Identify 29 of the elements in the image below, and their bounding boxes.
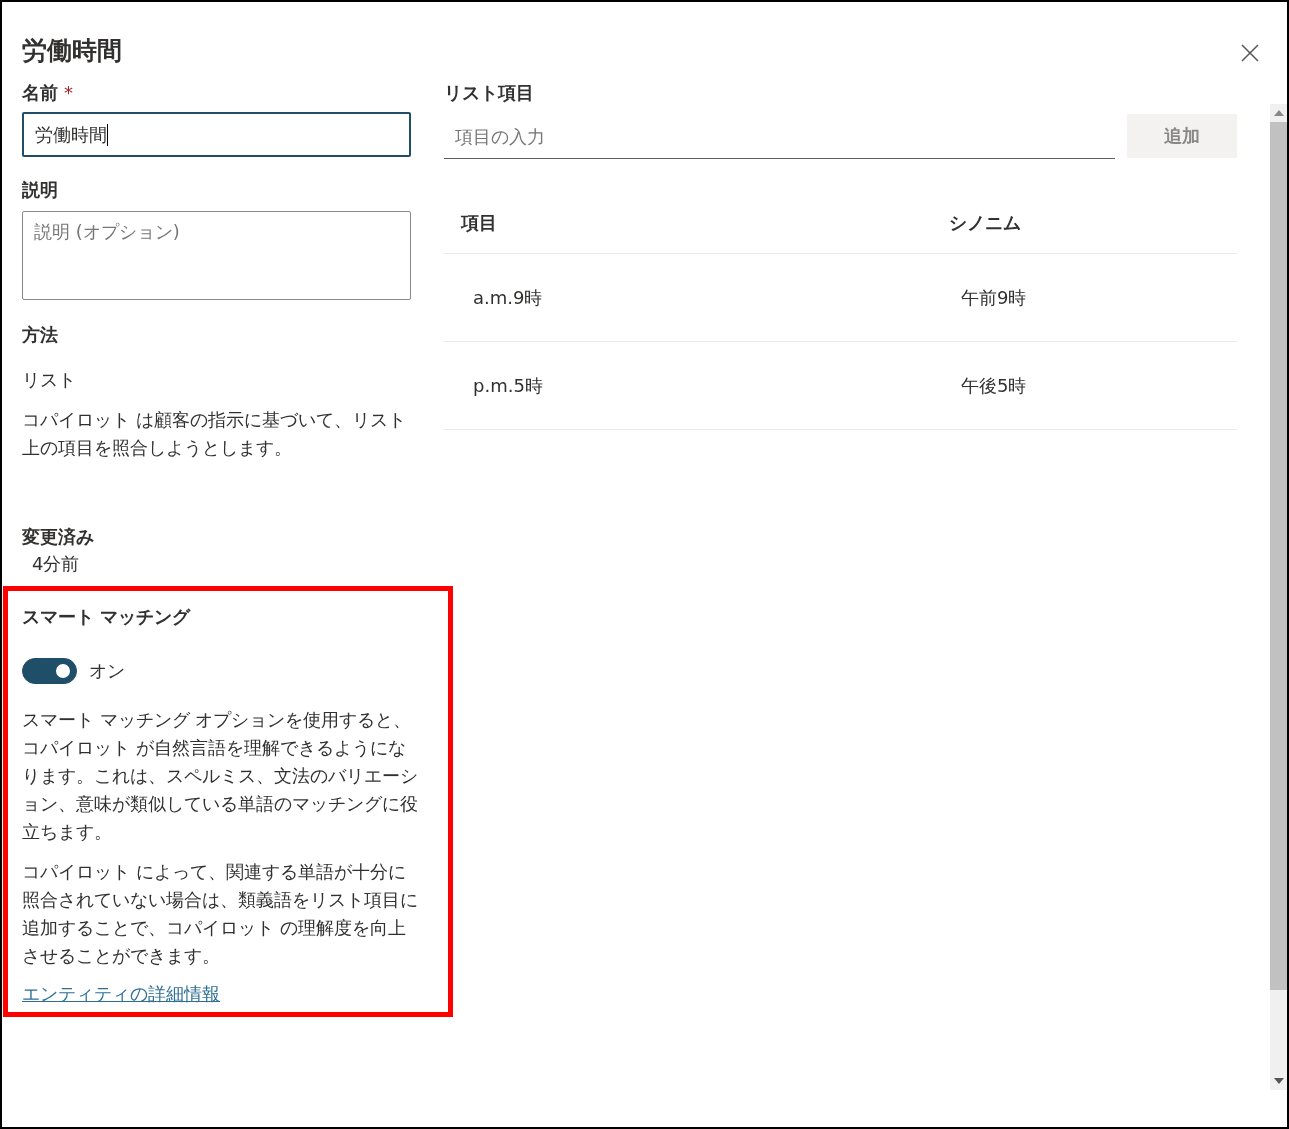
section-title: スマート マッチング xyxy=(22,605,192,629)
required-mark: * xyxy=(64,82,73,103)
table-cell-text: a.m.9時 xyxy=(473,285,544,310)
table-cell-text: p.m.5時 xyxy=(473,373,544,398)
paragraph: スマート マッチング オプションを使用すると、コパイロット が自然言語を理解できるようになります。これは、スペルミス、文法のバリエーション、意味が類似している単語のマッチングに役立ちます。 xyxy=(22,708,418,844)
section-label: 方法 xyxy=(22,323,59,347)
toggle-label: オン xyxy=(89,659,125,683)
field-value: 労働時間 xyxy=(35,122,107,147)
toggle-switch[interactable] xyxy=(22,658,77,684)
scroll-down-icon[interactable] xyxy=(1273,1078,1284,1084)
paragraph: コパイロット によって、関連する単語が十分に照合されていない場合は、類義語をリスト項目に追加することで、コパイロット の理解度を向上させることができます。 xyxy=(22,860,418,968)
table-cell: 午後5時 xyxy=(961,373,1027,398)
scrollbar[interactable] xyxy=(1270,104,1287,1090)
dialog-title: 労働時間 xyxy=(22,34,122,67)
table-cell: 午前9時 xyxy=(961,285,1027,310)
column-header: シノニム xyxy=(949,211,1021,235)
column-header: 項目 xyxy=(461,211,498,235)
method-value: リスト xyxy=(22,368,77,392)
scroll-up-icon[interactable] xyxy=(1273,110,1284,116)
method-description: コパイロット は顧客の指示に基づいて、リスト上の項目を照合しようとします。 xyxy=(22,408,407,460)
description-input-field[interactable]: 説明 (オプション) xyxy=(22,211,411,300)
details-link[interactable]: エンティティの詳細情報 xyxy=(22,982,220,1006)
section-label: 変更済み xyxy=(22,525,95,549)
section-label: リスト項目 xyxy=(444,81,535,105)
field-label: 説明 xyxy=(22,178,59,202)
field-label: 名前 xyxy=(22,82,58,103)
name-input-field[interactable]: 労働時間 xyxy=(22,112,411,157)
close-icon[interactable] xyxy=(1241,44,1259,62)
modified-time: 4分前 xyxy=(32,552,81,576)
